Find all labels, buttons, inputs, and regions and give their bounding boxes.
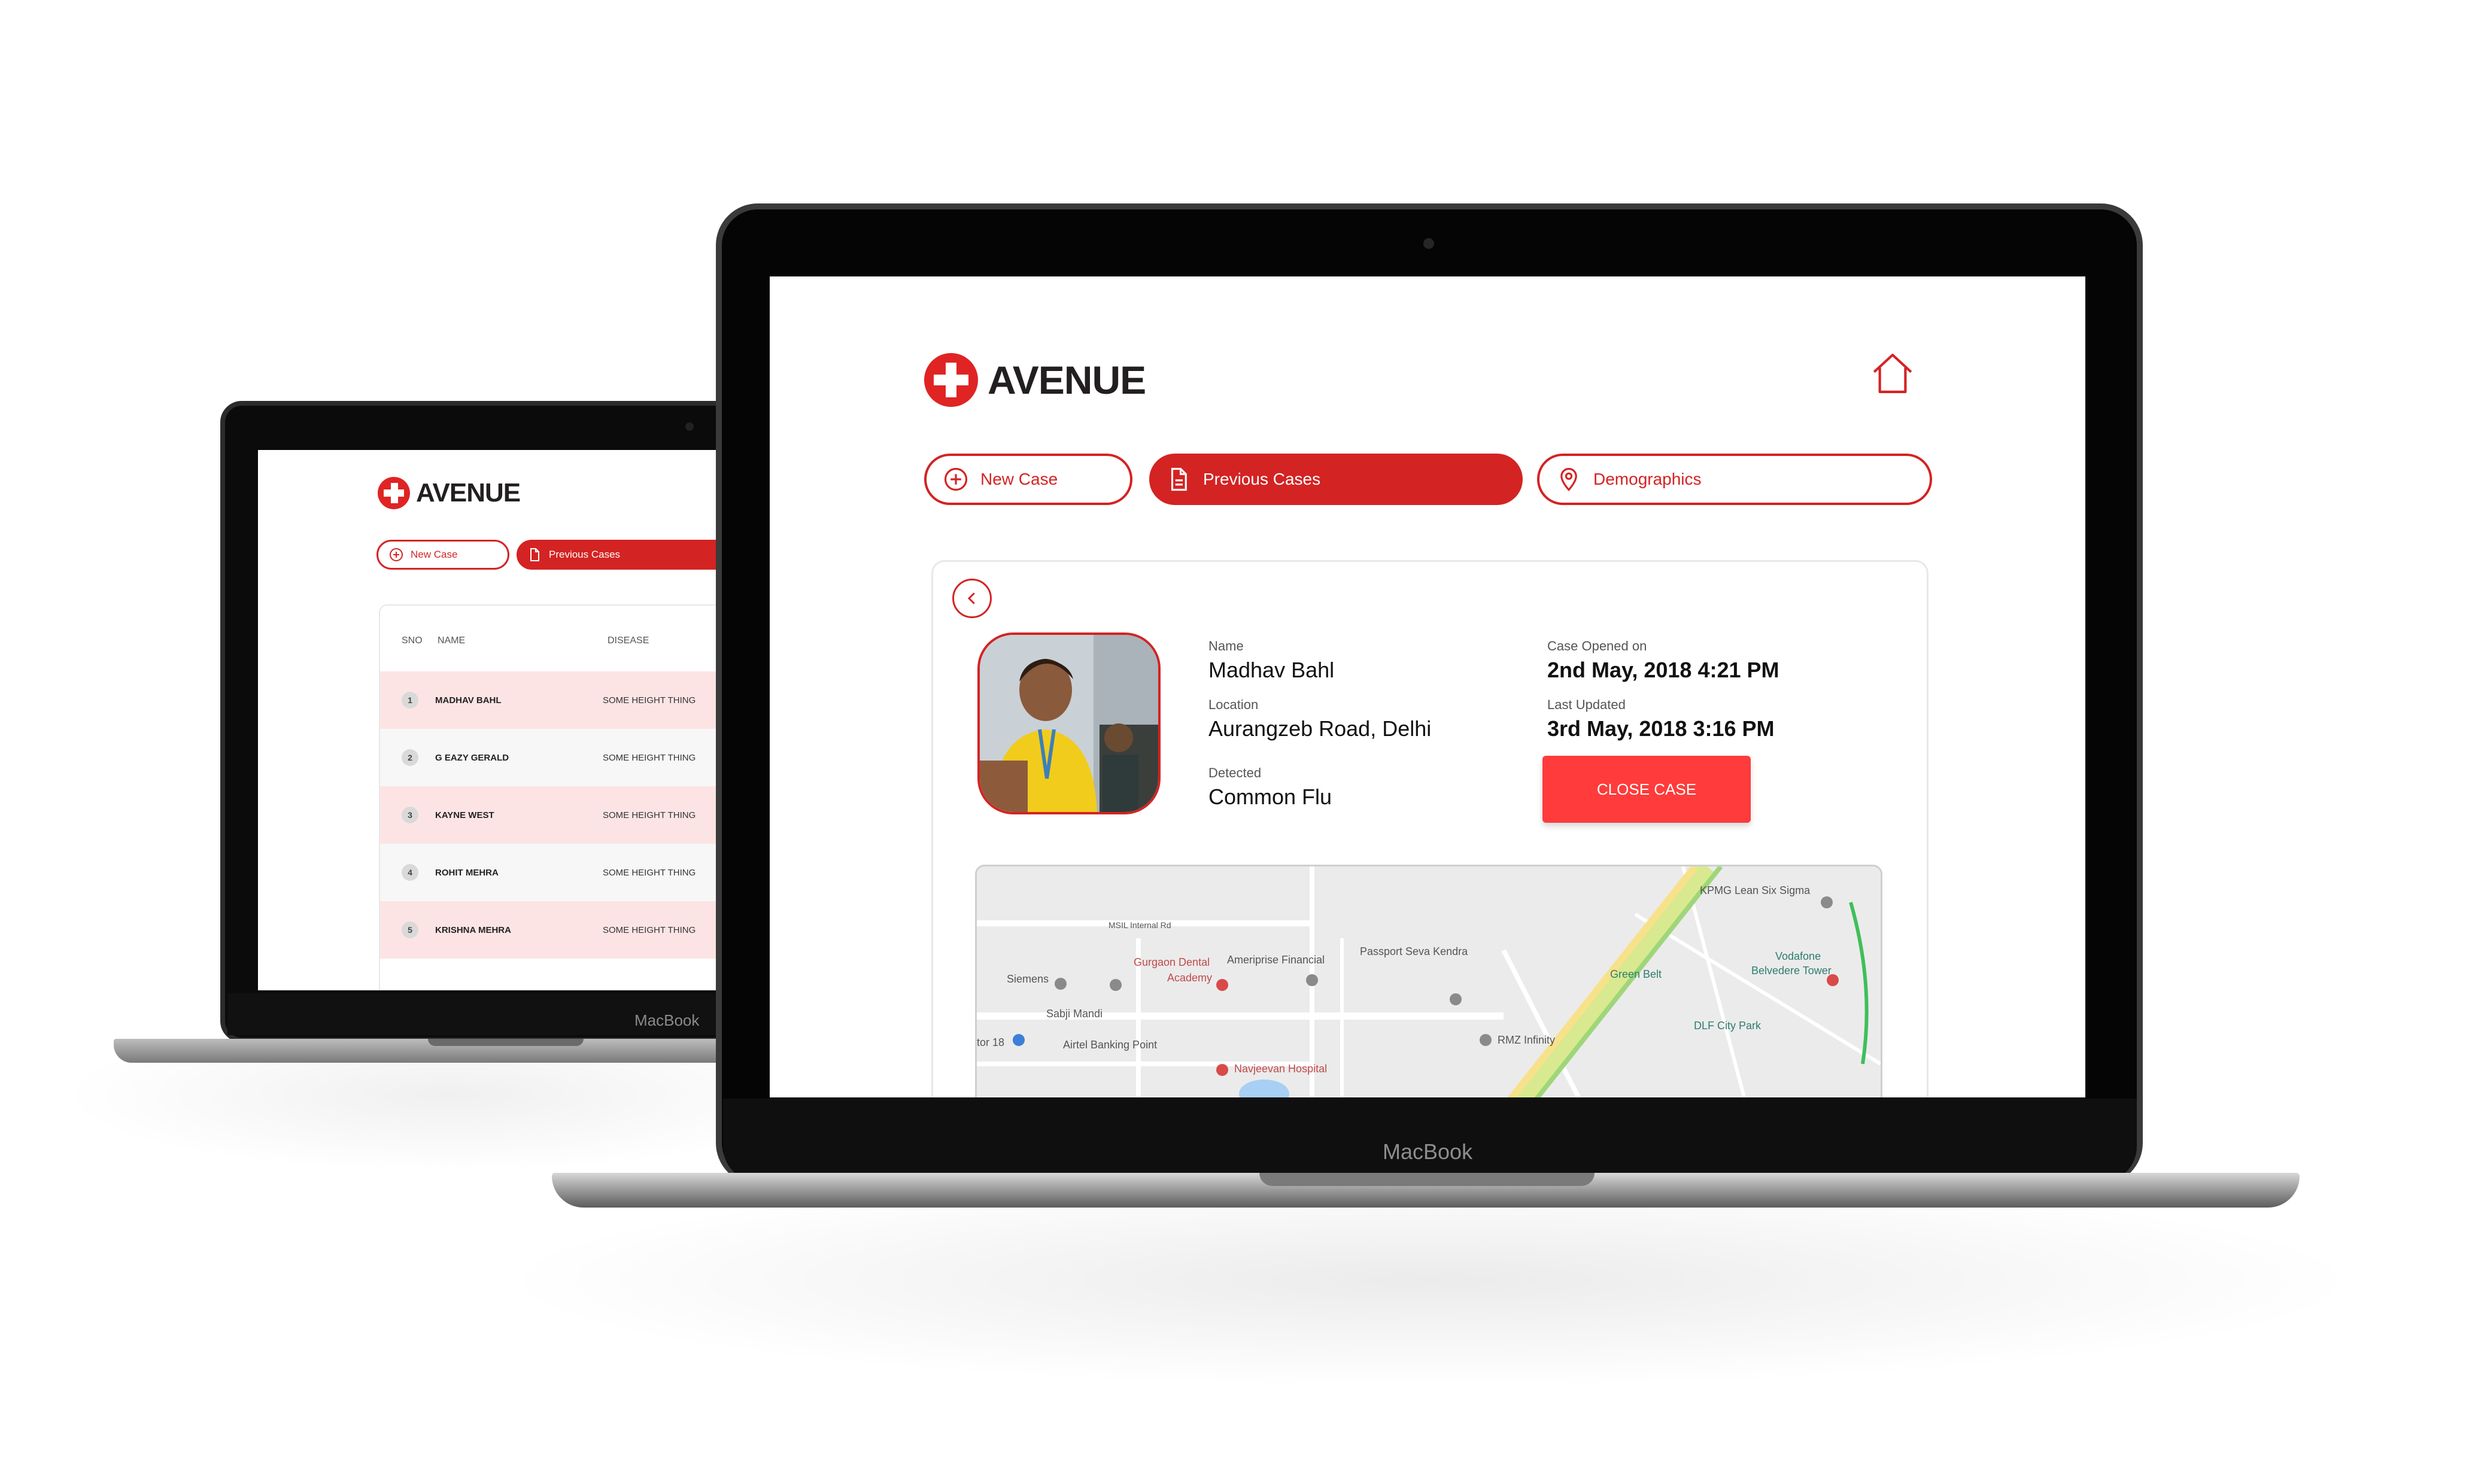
- column-header-sno: SNO: [402, 635, 423, 646]
- map-label: Sabji Mandi: [1046, 1008, 1103, 1020]
- plus-circle-icon: [943, 467, 968, 492]
- front-laptop-brand: MacBook: [1383, 1139, 1473, 1164]
- red-cross-icon: [378, 477, 410, 509]
- app-logo-text: AVENUE: [988, 358, 1146, 402]
- map-label: Navjeevan Hospital: [1234, 1063, 1328, 1075]
- front-laptop-notch: [1259, 1173, 1595, 1186]
- front-laptop-camera: [1423, 238, 1434, 249]
- location-pin-icon: [1556, 467, 1581, 492]
- back-button[interactable]: [952, 579, 992, 618]
- row-number: 3: [402, 807, 418, 823]
- case-opened-label: Case Opened on: [1547, 638, 1647, 653]
- location-map[interactable]: MSIL Internal Rd Gurgaon Dental Academy …: [975, 865, 1882, 1097]
- map-label: MSIL Internal Rd: [1109, 920, 1171, 930]
- row-disease: SOME HEIGHT THING: [603, 752, 696, 763]
- row-disease: SOME HEIGHT THING: [603, 810, 696, 820]
- column-header-disease: DISEASE: [608, 635, 649, 646]
- map-label: RMZ Infinity: [1498, 1034, 1556, 1046]
- app-logo[interactable]: AVENUE: [924, 353, 1146, 407]
- row-disease: SOME HEIGHT THING: [603, 695, 696, 705]
- case-opened-date: 2nd May, 2018 4:21 PM: [1547, 658, 1779, 682]
- map-label: Academy: [1167, 972, 1213, 984]
- back-logo-text: AVENUE: [416, 478, 521, 507]
- location-label: Location: [1208, 697, 1259, 712]
- patient-photo: [977, 632, 1161, 814]
- back-logo[interactable]: AVENUE: [378, 477, 521, 509]
- back-laptop-notch: [428, 1039, 584, 1046]
- back-new-case-label: New Case: [411, 549, 458, 560]
- row-number: 5: [402, 922, 418, 938]
- column-header-name: NAME: [438, 635, 466, 646]
- row-number: 1: [402, 692, 418, 708]
- map-label: Airtel Banking Point: [1063, 1039, 1158, 1051]
- row-name: KRISHNA MEHRA: [435, 925, 511, 935]
- map-label: KPMG Lean Six Sigma: [1700, 884, 1811, 896]
- row-disease: SOME HEIGHT THING: [603, 867, 696, 878]
- last-updated-label: Last Updated: [1547, 697, 1626, 712]
- demographics-button[interactable]: Demographics: [1537, 454, 1932, 505]
- map-label: Gurgaon Dental: [1134, 956, 1210, 968]
- map-label: Passport Seva Kendra: [1360, 945, 1468, 957]
- map-label: Siemens: [1007, 973, 1049, 985]
- patient-photo-illustration: [980, 635, 1158, 812]
- row-name: KAYNE WEST: [435, 810, 494, 820]
- row-number: 4: [402, 864, 418, 881]
- home-icon[interactable]: [1870, 351, 1915, 396]
- name-label: Name: [1208, 638, 1244, 653]
- row-name: G EAZY GERALD: [435, 752, 509, 763]
- case-details-card: Name Madhav Bahl Location Aurangzeb Road…: [931, 560, 1929, 1097]
- previous-cases-button[interactable]: Previous Cases: [1149, 454, 1523, 505]
- map-label: Belvedere Tower: [1751, 965, 1832, 977]
- row-disease: SOME HEIGHT THING: [603, 925, 696, 935]
- map-label: Green Belt: [1610, 968, 1662, 980]
- row-number: 2: [402, 749, 418, 766]
- map-label: Vodafone: [1775, 950, 1821, 962]
- previous-cases-label: Previous Cases: [1203, 470, 1321, 488]
- row-name: ROHIT MEHRA: [435, 867, 499, 878]
- back-laptop-brand: MacBook: [634, 1011, 700, 1029]
- new-case-button[interactable]: New Case: [924, 454, 1132, 505]
- last-updated-date: 3rd May, 2018 3:16 PM: [1547, 716, 1775, 741]
- plus-circle-icon: [390, 548, 403, 561]
- map-label: DLF City Park: [1694, 1020, 1762, 1032]
- demographics-label: Demographics: [1593, 470, 1702, 488]
- patient-name: Madhav Bahl: [1208, 658, 1335, 682]
- map-label: Ameriprise Financial: [1227, 954, 1325, 966]
- new-case-label: New Case: [980, 470, 1058, 488]
- front-laptop-screen: AVENUE New Case Previous Cases Demograph…: [770, 276, 2085, 1097]
- close-case-button[interactable]: CLOSE CASE: [1542, 756, 1751, 823]
- back-laptop-chin: [227, 993, 796, 1035]
- document-icon: [530, 548, 539, 561]
- row-name: MADHAV BAHL: [435, 695, 502, 705]
- red-cross-icon: [924, 353, 978, 407]
- back-laptop-camera: [685, 422, 694, 431]
- back-new-case-button[interactable]: New Case: [376, 540, 509, 570]
- back-previous-cases-label: Previous Cases: [549, 549, 621, 560]
- map-label: tor 18: [977, 1036, 1005, 1048]
- document-icon: [1166, 467, 1191, 492]
- detected-label: Detected: [1208, 765, 1262, 780]
- detected-disease: Common Flu: [1208, 784, 1332, 809]
- map-roads: [977, 866, 1881, 1097]
- patient-location: Aurangzeb Road, Delhi: [1208, 716, 1432, 741]
- chevron-left-icon: [967, 592, 975, 604]
